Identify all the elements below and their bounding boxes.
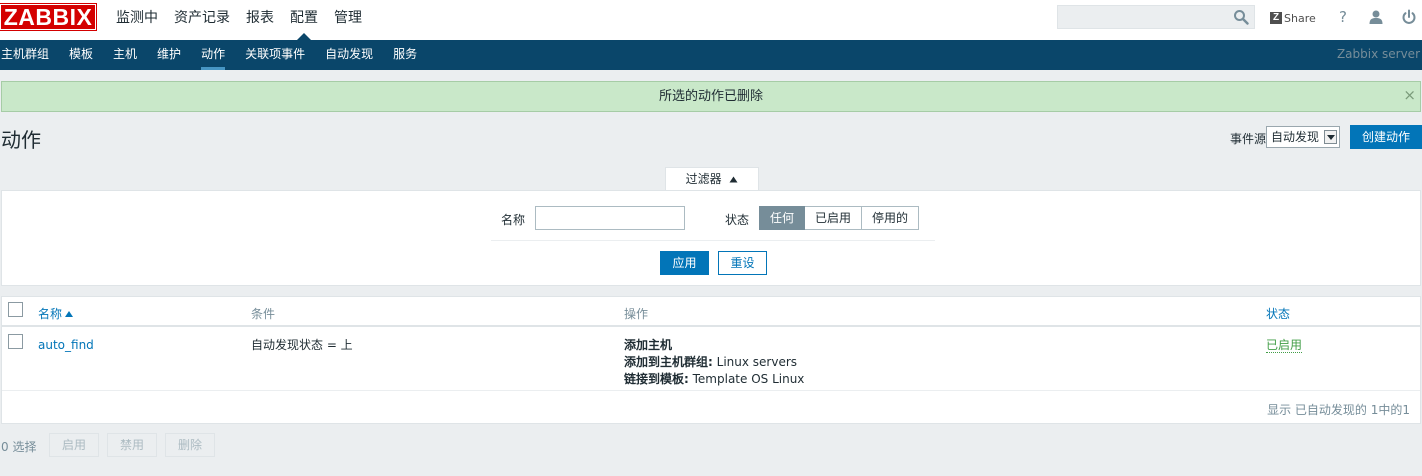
menu-configuration[interactable]: 配置 xyxy=(282,0,326,40)
success-message-text: 所选的动作已删除 xyxy=(658,89,763,104)
menu-reports[interactable]: 报表 xyxy=(238,0,282,40)
status-toggle-link[interactable]: 已启用 xyxy=(1266,338,1303,353)
operation-line: 添加到主机群组: Linux servers xyxy=(624,354,804,371)
subnav-services[interactable]: 服务 xyxy=(383,40,427,70)
filter-tab-label: 过滤器 xyxy=(685,172,722,186)
menu-monitoring[interactable]: 监测中 xyxy=(108,0,166,40)
filter-divider xyxy=(491,240,935,241)
top-header: ZABBIX 监测中 资产记录 报表 配置 管理 Z Share ? xyxy=(0,0,1422,40)
table-header: 名称 条件 操作 状态 xyxy=(2,297,1420,327)
event-source-select[interactable]: 自动发现 xyxy=(1266,126,1340,148)
chevron-down-icon xyxy=(1324,130,1337,144)
success-message: 所选的动作已删除 × xyxy=(1,81,1421,112)
operation-label: 链接到模板: xyxy=(624,372,689,386)
mass-enable-button[interactable]: 启用 xyxy=(49,433,100,457)
page-title: 动作 xyxy=(1,128,41,152)
create-action-button[interactable]: 创建动作 xyxy=(1350,125,1422,149)
column-operations: 操作 xyxy=(624,307,649,321)
filter-status-toggle: 任何 已启用 停用的 xyxy=(759,206,920,230)
status-option-disabled[interactable]: 停用的 xyxy=(862,206,920,230)
menu-inventory[interactable]: 资产记录 xyxy=(166,0,238,40)
status-option-any[interactable]: 任何 xyxy=(759,206,806,230)
column-status[interactable]: 状态 xyxy=(1266,305,1290,322)
subnav-maintenance[interactable]: 维护 xyxy=(147,40,191,70)
operation-line: 链接到模板: Template OS Linux xyxy=(624,371,804,388)
select-all-checkbox[interactable] xyxy=(8,302,23,317)
search-input[interactable] xyxy=(1058,6,1234,28)
subnav-actions[interactable]: 动作 xyxy=(191,40,235,70)
subnav-templates[interactable]: 模板 xyxy=(59,40,103,70)
mass-delete-button[interactable]: 删除 xyxy=(165,433,216,457)
operation-value: Template OS Linux xyxy=(688,372,805,386)
operation-value: Linux servers xyxy=(712,355,798,369)
subnav-discovery[interactable]: 自动发现 xyxy=(315,40,383,70)
share-button[interactable]: Z Share xyxy=(1270,9,1316,27)
zabbix-logo[interactable]: ZABBIX xyxy=(0,4,96,30)
table-stats: 显示 已自动发现的 1中的1 xyxy=(1267,403,1410,417)
search-field xyxy=(1057,5,1255,29)
close-icon[interactable]: × xyxy=(1403,82,1416,108)
filter-name-input[interactable] xyxy=(535,206,685,230)
selected-count: 0 选择 xyxy=(1,440,37,454)
sort-asc-icon xyxy=(65,311,74,317)
mass-disable-button[interactable]: 禁用 xyxy=(107,433,158,457)
actions-table: 名称 条件 操作 状态 auto_find 自动发现状态 = 上 添加主机 添加… xyxy=(1,296,1421,424)
action-operations: 添加主机 添加到主机群组: Linux servers 链接到模板: Templ… xyxy=(624,337,804,388)
subnav-host-groups[interactable]: 主机群组 xyxy=(0,40,59,70)
subnav-hosts[interactable]: 主机 xyxy=(103,40,147,70)
main-menu: 监测中 资产记录 报表 配置 管理 xyxy=(108,0,370,40)
event-source-value: 自动发现 xyxy=(1271,130,1320,144)
server-name: Zabbix server xyxy=(1336,47,1420,61)
filter-name-label: 名称 xyxy=(501,213,526,227)
action-name-link[interactable]: auto_find xyxy=(38,337,94,354)
status-option-enabled[interactable]: 已启用 xyxy=(805,206,863,230)
action-conditions: 自动发现状态 = 上 xyxy=(251,338,353,352)
status-cell: 已启用 xyxy=(1266,337,1303,354)
column-name-label: 名称 xyxy=(38,307,63,321)
operation-line: 添加主机 xyxy=(624,337,804,354)
caret-up-icon xyxy=(729,176,738,183)
operation-label: 添加到主机群组: xyxy=(624,355,713,369)
operation-label: 添加主机 xyxy=(624,338,673,352)
help-icon[interactable]: ? xyxy=(1337,8,1349,26)
reset-button[interactable]: 重设 xyxy=(718,251,767,275)
menu-administration[interactable]: 管理 xyxy=(326,0,370,40)
table-row: auto_find 自动发现状态 = 上 添加主机 添加到主机群组: Linux… xyxy=(2,329,1420,391)
subnav-event-correlation[interactable]: 关联项事件 xyxy=(235,40,315,70)
sign-out-icon[interactable] xyxy=(1401,9,1417,25)
column-conditions: 条件 xyxy=(251,307,276,321)
filter-panel: 名称 状态 任何 已启用 停用的 应用 重设 xyxy=(1,190,1421,286)
column-name[interactable]: 名称 xyxy=(38,305,74,322)
share-label: Share xyxy=(1284,11,1316,25)
search-icon[interactable] xyxy=(1233,9,1249,25)
apply-button[interactable]: 应用 xyxy=(660,251,709,275)
sub-menu: 主机群组 模板 主机 维护 动作 关联项事件 自动发现 服务 Zabbix se… xyxy=(0,40,1422,70)
row-checkbox[interactable] xyxy=(8,334,23,349)
share-logo-icon: Z xyxy=(1270,12,1282,24)
event-source-label: 事件源 xyxy=(1230,132,1267,146)
user-profile-icon[interactable] xyxy=(1368,9,1384,25)
filter-tab[interactable]: 过滤器 xyxy=(665,167,759,191)
filter-status-label: 状态 xyxy=(725,213,750,227)
